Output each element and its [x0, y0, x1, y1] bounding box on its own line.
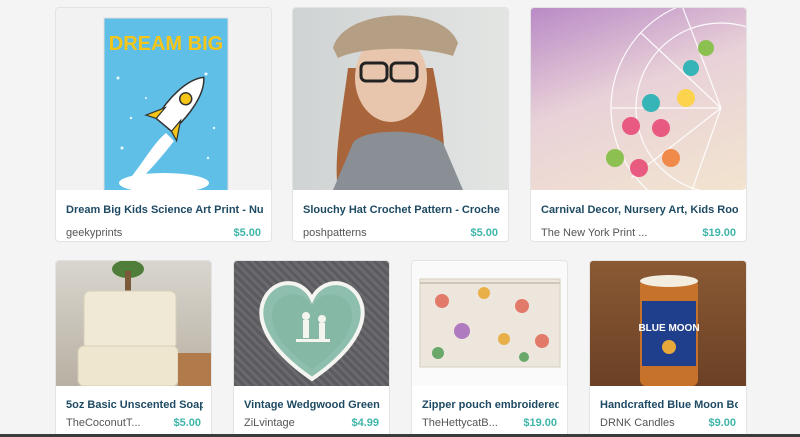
listing-shop-name[interactable]: poshpatterns — [303, 227, 367, 239]
listing-price: $5.00 — [173, 417, 201, 429]
listing-title[interactable]: Zipper pouch embroidered ... — [422, 399, 559, 411]
listing-price: $19.00 — [523, 417, 557, 429]
listing-image-rocket-poster[interactable]: DREAM BIG — [56, 8, 271, 190]
listing-image-girl-in-hat-photo[interactable] — [293, 8, 508, 190]
listing-shop-name[interactable]: ZiLvintage — [244, 417, 295, 429]
listing-title[interactable]: Carnival Decor, Nursery Art, Kids Room .… — [541, 204, 738, 216]
listing-shop-name[interactable]: The New York Print ... — [541, 227, 647, 239]
listing-price: $5.00 — [470, 227, 498, 239]
listing-title[interactable]: Slouchy Hat Crochet Pattern - Crochet P.… — [303, 204, 500, 216]
listing-card[interactable]: Zipper pouch embroidered ... TheHettycat… — [411, 260, 568, 437]
poster-text: DREAM BIG — [109, 33, 223, 55]
listing-shop-name[interactable]: geekyprints — [66, 227, 122, 239]
listing-card[interactable]: 5oz Basic Unscented Soap ... TheCoconutT… — [55, 260, 212, 437]
listing-card[interactable]: Vintage Wedgwood Green ... ZiLvintage $4… — [233, 260, 390, 437]
listing-image-floral-pouch-photo[interactable] — [412, 261, 567, 386]
listing-title[interactable]: 5oz Basic Unscented Soap ... — [66, 399, 203, 411]
bottle-label-text: BLUE MOON — [638, 323, 699, 334]
listing-card[interactable]: Carnival Decor, Nursery Art, Kids Room .… — [530, 7, 747, 242]
listing-price: $19.00 — [702, 227, 736, 239]
listing-price: $9.00 — [708, 417, 736, 429]
listing-title[interactable]: Dream Big Kids Science Art Print - Nurse… — [66, 204, 263, 216]
listing-card[interactable]: Slouchy Hat Crochet Pattern - Crochet P.… — [292, 7, 509, 242]
listing-card[interactable]: BLUE MOON Handcrafted Blue Moon Bot... D… — [589, 260, 747, 437]
listing-shop-name[interactable]: DRNK Candles — [600, 417, 675, 429]
listing-image-wedgwood-heart-dish-photo[interactable] — [234, 261, 389, 386]
listing-image-bottle-candle-photo[interactable]: BLUE MOON — [590, 261, 746, 386]
listing-image-ferris-wheel-photo[interactable] — [531, 8, 746, 190]
listing-card[interactable]: DREAM BIG Dream Big Kids Science Art Pri… — [55, 7, 272, 242]
listing-title[interactable]: Vintage Wedgwood Green ... — [244, 399, 381, 411]
listing-title[interactable]: Handcrafted Blue Moon Bot... — [600, 399, 738, 411]
listing-price: $4.99 — [351, 417, 379, 429]
listing-shop-name[interactable]: TheHettycatB... — [422, 417, 498, 429]
listing-image-soap-bars-photo[interactable] — [56, 261, 211, 386]
listing-price: $5.00 — [233, 227, 261, 239]
listing-shop-name[interactable]: TheCoconutT... — [66, 417, 141, 429]
